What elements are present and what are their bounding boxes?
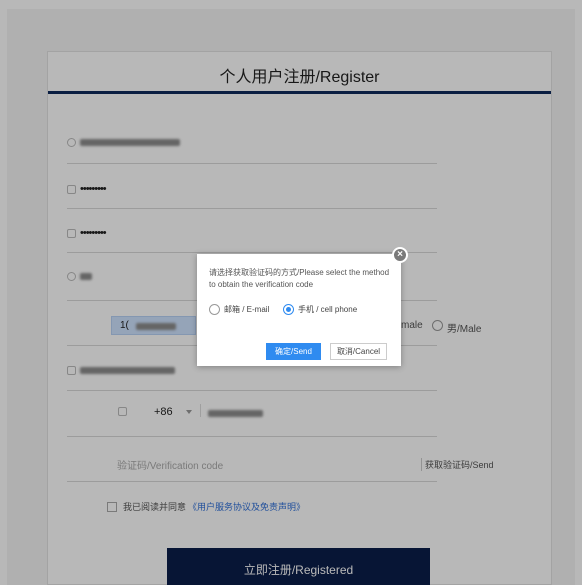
option-phone-label: 手机 / cell phone: [298, 305, 358, 314]
phone-radio[interactable]: [283, 304, 294, 315]
confirm-send-button[interactable]: 确定/Send: [266, 343, 321, 360]
close-icon[interactable]: ×: [392, 247, 408, 263]
dialog-message: 请选择获取验证码的方式/Please select the method to …: [209, 268, 390, 289]
email-radio[interactable]: [209, 304, 220, 315]
verification-method-dialog: 请选择获取验证码的方式/Please select the method to …: [197, 254, 401, 366]
option-email-label: 邮箱 / E-mail: [224, 305, 270, 314]
option-email[interactable]: 邮箱 / E-mail: [209, 304, 269, 315]
cancel-button[interactable]: 取消/Cancel: [330, 343, 387, 360]
option-phone[interactable]: 手机 / cell phone: [283, 304, 357, 315]
